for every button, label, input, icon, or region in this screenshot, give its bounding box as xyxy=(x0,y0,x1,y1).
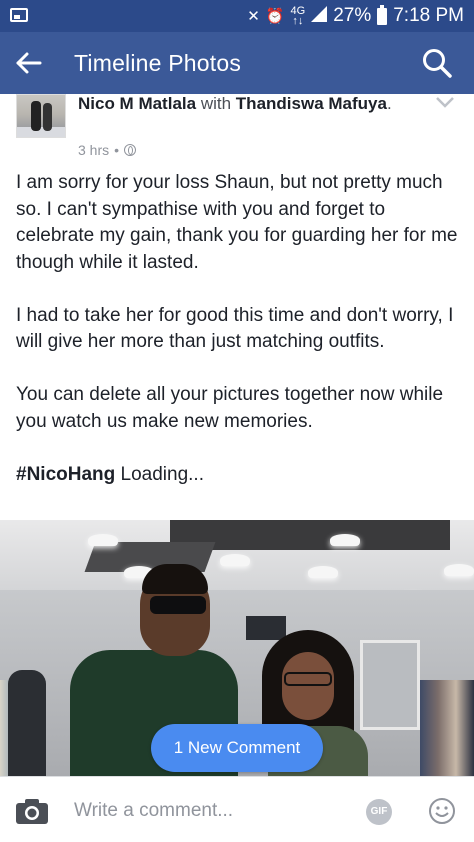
search-button[interactable] xyxy=(420,46,454,80)
chevron-down-icon xyxy=(436,97,454,108)
camera-icon xyxy=(16,799,48,824)
battery-percent: 27% xyxy=(333,5,372,26)
search-icon xyxy=(423,49,452,78)
new-comment-pill[interactable]: 1 New Comment xyxy=(151,724,323,772)
gif-button[interactable]: GIF xyxy=(366,799,392,825)
with-word: with xyxy=(200,94,232,113)
clock: 7:18 PM xyxy=(393,5,464,26)
post-author-line: Nico M Matlala with Thandiswa Mafuya. xyxy=(78,94,438,114)
emoji-icon xyxy=(429,798,455,824)
comment-composer: GIF xyxy=(0,776,474,842)
post-hashtag-line: #NicoHang Loading... xyxy=(16,462,461,489)
post-time[interactable]: 3 hrs xyxy=(78,142,109,158)
tagged-name[interactable]: Thandiswa Mafuya xyxy=(236,94,387,113)
post-paragraph: I am sorry for your loss Shaun, but not … xyxy=(16,172,458,273)
image-notification-icon xyxy=(10,8,28,22)
emoji-button[interactable] xyxy=(428,797,456,825)
network-indicator: 4G ↑↓ xyxy=(291,6,306,27)
page-title: Timeline Photos xyxy=(74,50,242,76)
post-text: I am sorry for your loss Shaun, but not … xyxy=(16,170,461,515)
signal-icon xyxy=(311,6,328,26)
comment-input[interactable] xyxy=(74,797,354,825)
gif-icon: GIF xyxy=(370,806,388,817)
app-bar: Timeline Photos xyxy=(0,32,474,94)
post-paragraph: You can delete all your pictures togethe… xyxy=(16,384,444,432)
globe-icon xyxy=(124,144,137,156)
back-button[interactable] xyxy=(14,46,54,80)
back-arrow-icon xyxy=(16,52,42,74)
hashtag-link[interactable]: #NicoHang xyxy=(16,464,115,485)
post-paragraph: I had to take her for good this time and… xyxy=(16,304,454,353)
post-header: Nico M Matlala with Thandiswa Mafuya. 3 … xyxy=(0,94,474,164)
author-name[interactable]: Nico M Matlala xyxy=(78,94,196,113)
post-meta: 3 hrs • xyxy=(78,142,137,158)
author-period: . xyxy=(386,94,392,113)
camera-button[interactable] xyxy=(15,797,49,825)
avatar[interactable] xyxy=(16,94,66,138)
status-bar: ✕ ⏰ 4G ↑↓ 27% 7:18 PM xyxy=(0,0,474,32)
network-arrows: ↑↓ xyxy=(292,15,304,27)
alarm-icon: ⏰ xyxy=(265,8,285,25)
mute-icon: ✕ xyxy=(247,8,260,25)
post-options-button[interactable] xyxy=(434,94,456,110)
battery-icon xyxy=(377,4,388,25)
status-icons: ✕ ⏰ 4G ↑↓ 27% 7:18 PM xyxy=(247,0,464,32)
meta-separator: • xyxy=(114,142,120,158)
hashtag-suffix: Loading... xyxy=(115,463,204,485)
